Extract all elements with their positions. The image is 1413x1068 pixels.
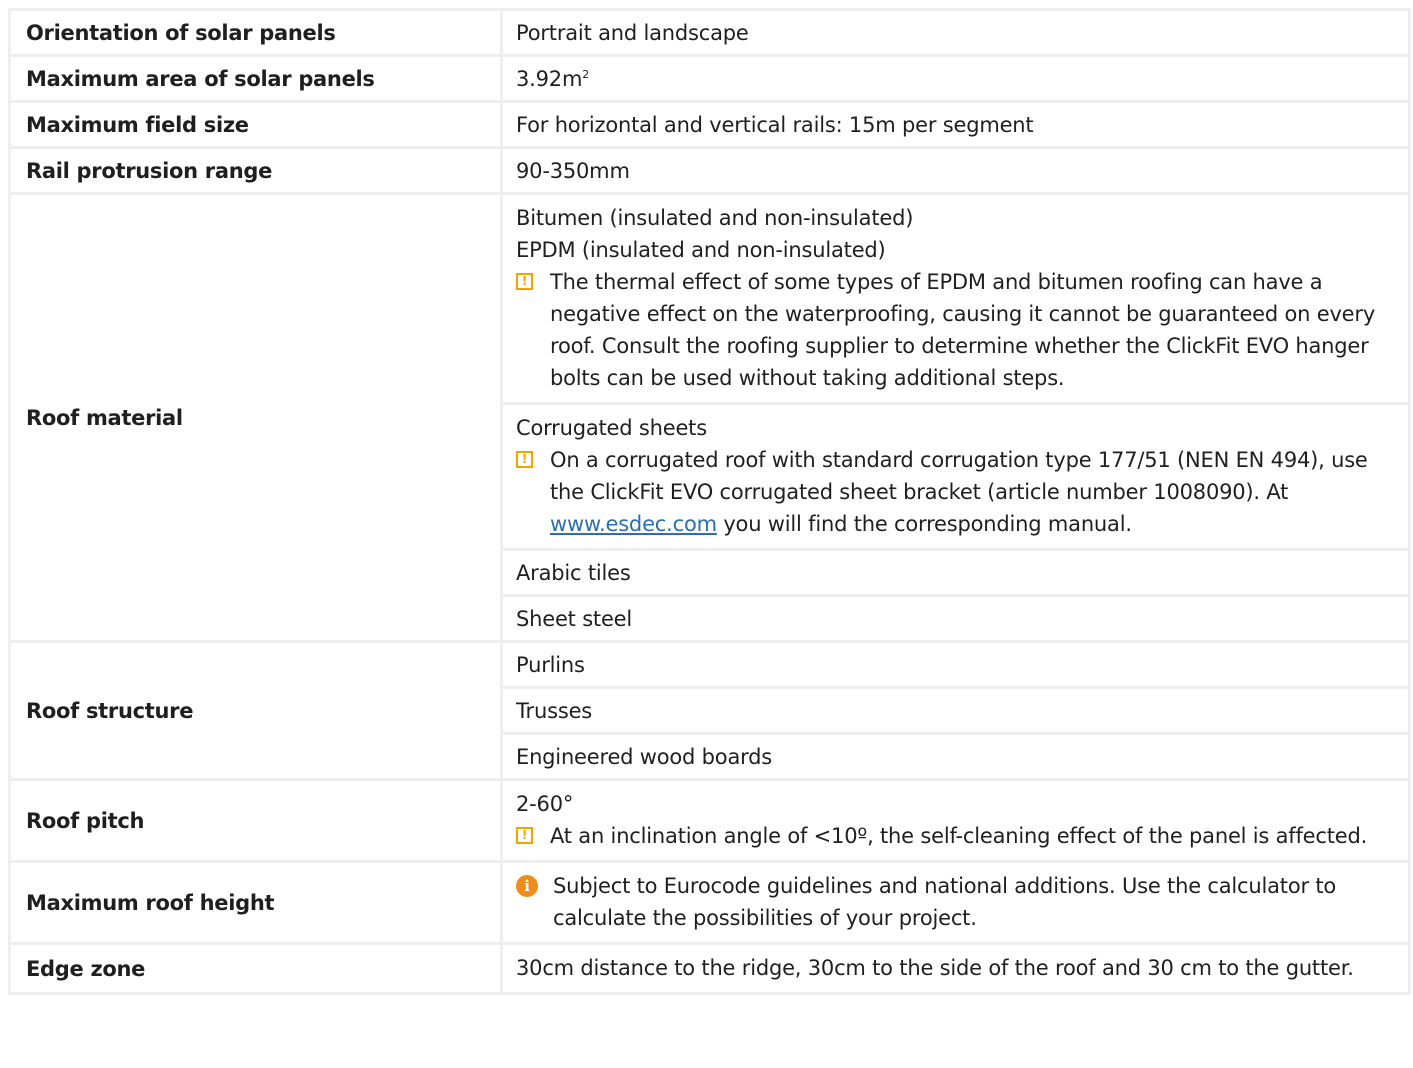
note-text-before: On a corrugated roof with standard corru…: [550, 448, 1368, 504]
table-row: Orientation of solar panels Portrait and…: [8, 8, 1411, 57]
row-value: i Subject to Eurocode guidelines and nat…: [500, 860, 1411, 945]
unit-superscript: 2: [582, 67, 590, 81]
warning-note: ! The thermal effect of some types of EP…: [516, 266, 1393, 394]
structure-trusses: Trusses: [500, 686, 1411, 735]
table-row: Roof material Bitumen (insulated and non…: [8, 192, 1411, 643]
material-corrugated: Corrugated sheets: [516, 416, 707, 440]
table-row: Edge zone 30cm distance to the ridge, 30…: [8, 942, 1411, 995]
warning-text: The thermal effect of some types of EPDM…: [550, 270, 1376, 390]
table-row: Maximum area of solar panels 3.92m2: [8, 54, 1411, 103]
info-note: i Subject to Eurocode guidelines and nat…: [516, 870, 1393, 934]
row-label: Maximum roof height: [8, 860, 503, 945]
material-epdm: EPDM (insulated and non-insulated): [516, 238, 886, 262]
warning-icon: !: [516, 451, 533, 468]
note-text-after: you will find the corresponding manual.: [716, 512, 1132, 536]
row-value: For horizontal and vertical rails: 15m p…: [500, 100, 1411, 149]
warning-icon: !: [516, 273, 533, 290]
structure-engineered-wood: Engineered wood boards: [500, 732, 1411, 781]
material-bitumen: Bitumen (insulated and non-insulated): [516, 206, 914, 230]
row-label: Roof material: [8, 192, 503, 643]
row-label: Edge zone: [8, 942, 503, 995]
area-value: 3.92m: [516, 66, 583, 91]
table-row: Roof pitch 2-60° ! At an inclination ang…: [8, 778, 1411, 863]
warning-note: ! On a corrugated roof with standard cor…: [516, 444, 1393, 540]
warning-text: On a corrugated roof with standard corru…: [550, 444, 1393, 540]
row-label: Roof structure: [8, 640, 503, 781]
row-value: 90-350mm: [500, 146, 1411, 195]
specifications-table: Orientation of solar panels Portrait and…: [8, 8, 1411, 995]
row-value: Bitumen (insulated and non-insulated) EP…: [500, 192, 1411, 405]
row-value: 3.92m2: [500, 54, 1411, 103]
pitch-range: 2-60°: [516, 792, 574, 816]
row-label: Maximum area of solar panels: [8, 54, 503, 103]
row-value: 30cm distance to the ridge, 30cm to the …: [500, 942, 1411, 995]
info-icon: i: [516, 875, 538, 897]
row-value: Corrugated sheets ! On a corrugated roof…: [500, 402, 1411, 551]
material-arabic-tiles: Arabic tiles: [500, 548, 1411, 597]
row-label: Maximum field size: [8, 100, 503, 149]
table-row: Maximum field size For horizontal and ve…: [8, 100, 1411, 149]
row-value: 2-60° ! At an inclination angle of <10º,…: [500, 778, 1411, 863]
warning-icon: !: [516, 827, 533, 844]
structure-purlins: Purlins: [500, 640, 1411, 689]
row-value: Portrait and landscape: [500, 8, 1411, 57]
warning-text: At an inclination angle of <10º, the sel…: [550, 824, 1368, 848]
row-label: Orientation of solar panels: [8, 8, 503, 57]
warning-note: ! At an inclination angle of <10º, the s…: [516, 820, 1393, 852]
material-sheet-steel: Sheet steel: [500, 594, 1411, 643]
table-row: Roof structure Purlins: [8, 640, 1411, 781]
info-text: Subject to Eurocode guidelines and natio…: [553, 874, 1337, 930]
table-row: Rail protrusion range 90-350mm: [8, 146, 1411, 195]
row-label: Rail protrusion range: [8, 146, 503, 195]
esdec-link[interactable]: www.esdec.com: [550, 512, 717, 536]
table-row: Maximum roof height i Subject to Eurocod…: [8, 860, 1411, 945]
row-label: Roof pitch: [8, 778, 503, 863]
